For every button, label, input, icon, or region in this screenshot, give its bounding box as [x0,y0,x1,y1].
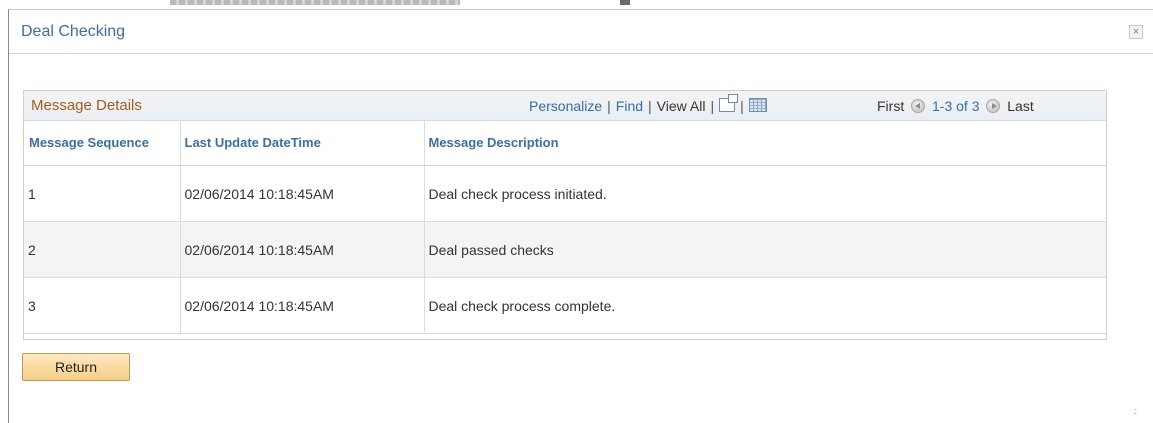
resize-grip-icon[interactable]: .: [1133,407,1139,417]
deal-checking-dialog: Deal Checking × Message Details Personal… [8,9,1153,423]
table-header-row: Message Sequence Last Update DateTime Me… [24,121,1106,166]
column-header-message-description[interactable]: Message Description [424,121,1106,166]
cell-last-update-datetime: 02/06/2014 10:18:45AM [180,165,425,222]
link-separator: | [710,98,715,114]
find-link[interactable]: Find [616,98,643,114]
table-row: 1 02/06/2014 10:18:45AM Deal check proce… [24,165,1106,222]
cell-message-description: Deal check process initiated. [424,165,1106,222]
dialog-titlebar: Deal Checking × [9,10,1153,54]
previous-arrow-icon[interactable] [911,99,926,113]
return-button[interactable]: Return [22,353,130,381]
cell-message-sequence: 2 [24,221,181,278]
cell-message-description: Deal check process complete. [424,277,1106,334]
grid-pager: First 1-3 of 3 Last [877,98,1034,114]
view-all-link[interactable]: View All [657,98,706,114]
link-separator: | [607,98,611,114]
dialog-title: Deal Checking [21,23,126,40]
next-arrow-icon[interactable] [986,99,1001,113]
pager-first[interactable]: First [877,98,904,114]
background-page-text [170,0,460,5]
background-page-mark [620,0,630,5]
cell-message-sequence: 1 [24,165,181,222]
link-separator: | [648,98,652,114]
download-spreadsheet-icon[interactable] [748,98,767,112]
message-details-grid: Message Details Personalize | Find | View Al… [23,90,1107,340]
cell-last-update-datetime: 02/06/2014 10:18:45AM [180,277,425,334]
cell-message-description: Deal passed checks [424,221,1106,278]
cell-last-update-datetime: 02/06/2014 10:18:45AM [180,221,425,278]
grid-title: Message Details [31,97,142,114]
cell-message-sequence: 3 [24,277,181,334]
zoom-grid-icon[interactable] [719,94,739,112]
grid-header-bar: Message Details Personalize | Find | View Al… [24,91,1106,121]
personalize-link[interactable]: Personalize [529,98,602,114]
pager-last[interactable]: Last [1007,98,1033,114]
pager-range: 1-3 of 3 [932,98,980,114]
message-details-table: Message Sequence Last Update DateTime Me… [24,121,1106,334]
grid-navigation-links: Personalize | Find | View All | | [529,94,767,114]
close-icon[interactable]: × [1129,25,1143,39]
table-row: 3 02/06/2014 10:18:45AM Deal check proce… [24,277,1106,334]
table-row: 2 02/06/2014 10:18:45AM Deal passed chec… [24,221,1106,278]
column-header-message-sequence[interactable]: Message Sequence [24,121,181,166]
link-separator: | [740,98,744,114]
column-header-last-update-datetime[interactable]: Last Update DateTime [180,121,425,166]
